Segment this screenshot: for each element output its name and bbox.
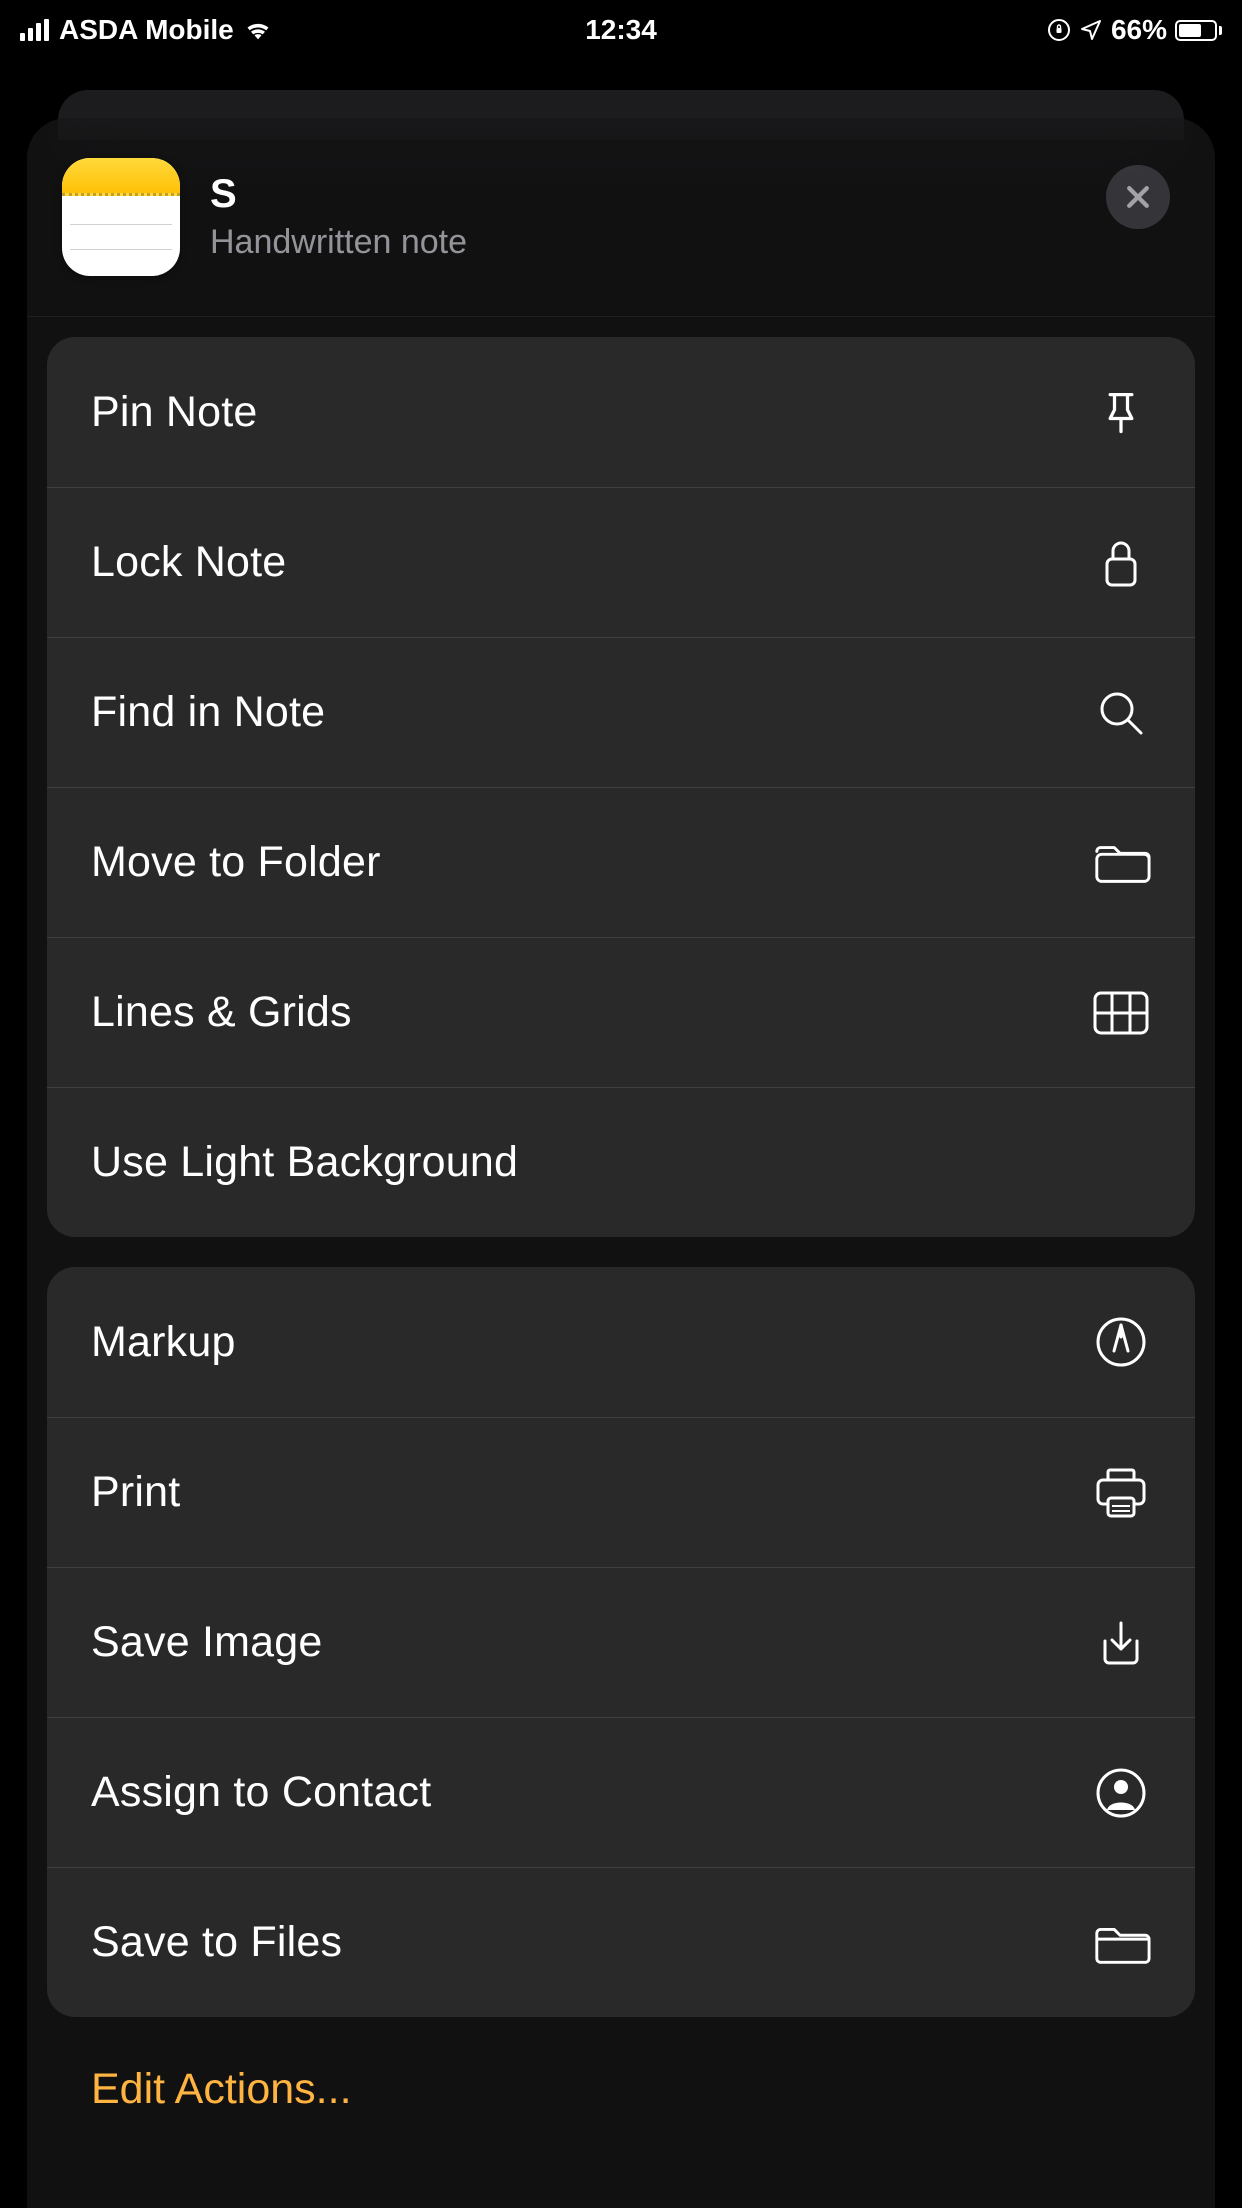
sheet-header: S Handwritten note [27, 118, 1215, 317]
lock-icon [1091, 533, 1151, 593]
download-icon [1091, 1613, 1151, 1673]
find-in-note-label: Find in Note [91, 688, 325, 737]
use-light-background-row[interactable]: Use Light Background [47, 1087, 1195, 1237]
signal-strength-icon [20, 19, 49, 41]
lines-grids-label: Lines & Grids [91, 988, 352, 1037]
files-folder-icon [1091, 1913, 1151, 1973]
status-right: 66% [1047, 14, 1222, 46]
wifi-icon [244, 19, 272, 41]
save-image-row[interactable]: Save Image [47, 1567, 1195, 1717]
find-in-note-row[interactable]: Find in Note [47, 637, 1195, 787]
pin-icon [1091, 382, 1151, 442]
menu-group-secondary: Markup Print [47, 1267, 1195, 2017]
status-left: ASDA Mobile [20, 14, 272, 46]
menu-groups: Pin Note Lock Note Find in Note [27, 317, 1215, 2154]
notes-app-icon [62, 158, 180, 276]
assign-to-contact-label: Assign to Contact [91, 1768, 431, 1817]
battery-icon [1175, 20, 1222, 41]
carrier-label: ASDA Mobile [59, 14, 234, 46]
location-arrow-icon [1079, 18, 1103, 42]
status-time: 12:34 [585, 14, 657, 46]
action-sheet: S Handwritten note Pin Note Lock Note [27, 118, 1215, 2208]
use-light-background-label: Use Light Background [91, 1138, 518, 1187]
edit-actions-button[interactable]: Edit Actions... [47, 2047, 1195, 2114]
markup-label: Markup [91, 1318, 236, 1367]
lock-note-label: Lock Note [91, 538, 286, 587]
lines-grids-row[interactable]: Lines & Grids [47, 937, 1195, 1087]
orientation-lock-icon [1047, 18, 1071, 42]
print-row[interactable]: Print [47, 1417, 1195, 1567]
battery-percentage: 66% [1111, 14, 1167, 46]
lock-note-row[interactable]: Lock Note [47, 487, 1195, 637]
printer-icon [1091, 1463, 1151, 1523]
markup-row[interactable]: Markup [47, 1267, 1195, 1417]
pin-note-label: Pin Note [91, 388, 258, 437]
move-to-folder-row[interactable]: Move to Folder [47, 787, 1195, 937]
close-icon [1123, 182, 1153, 212]
search-icon [1091, 683, 1151, 743]
move-to-folder-label: Move to Folder [91, 838, 381, 887]
header-text: S Handwritten note [210, 172, 1076, 262]
status-bar: ASDA Mobile 12:34 66% [0, 0, 1242, 60]
save-to-files-label: Save to Files [91, 1918, 342, 1967]
close-button[interactable] [1106, 165, 1170, 229]
menu-group-primary: Pin Note Lock Note Find in Note [47, 337, 1195, 1237]
folder-icon [1091, 833, 1151, 893]
markup-icon [1091, 1312, 1151, 1372]
contact-icon [1091, 1763, 1151, 1823]
save-image-label: Save Image [91, 1618, 322, 1667]
save-to-files-row[interactable]: Save to Files [47, 1867, 1195, 2017]
assign-to-contact-row[interactable]: Assign to Contact [47, 1717, 1195, 1867]
sheet-subtitle: Handwritten note [210, 223, 1076, 262]
pin-note-row[interactable]: Pin Note [47, 337, 1195, 487]
sheet-title: S [210, 172, 1076, 217]
print-label: Print [91, 1468, 180, 1517]
grid-icon [1091, 983, 1151, 1043]
